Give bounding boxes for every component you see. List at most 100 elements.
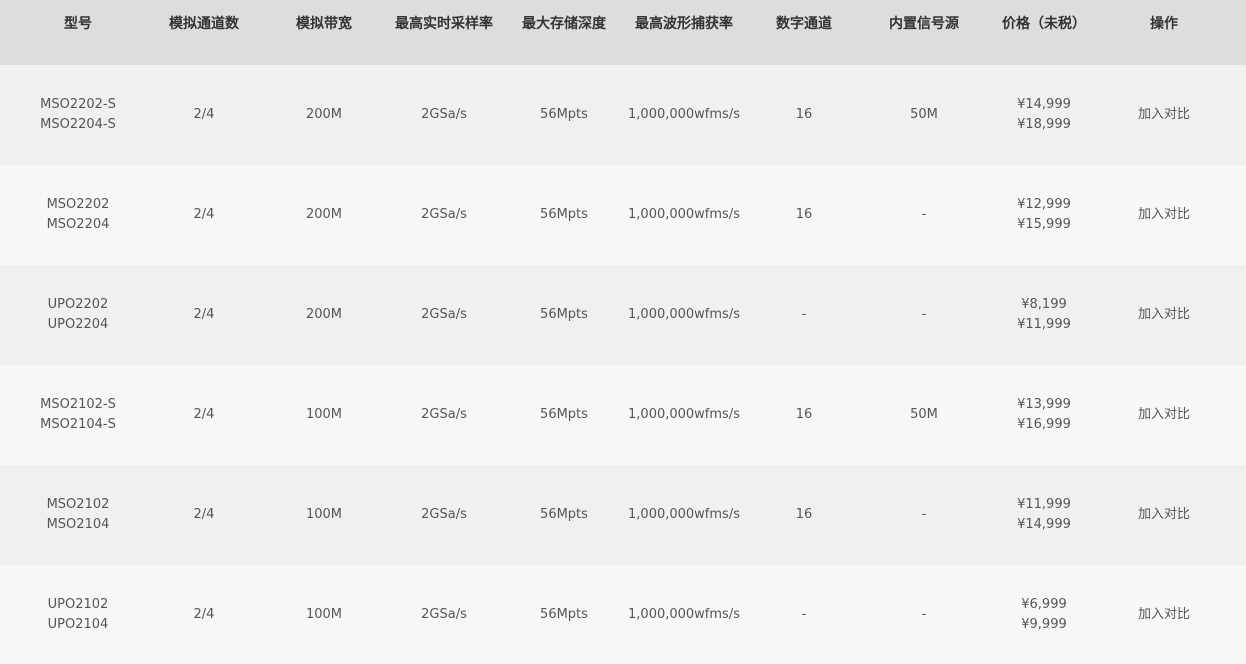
capture-rate-cell: 1,000,000wfms/s [628, 407, 740, 422]
header-model: 型号 [64, 16, 92, 32]
add-to-compare-button[interactable]: 加入对比 [1104, 105, 1224, 125]
digital-channels-cell: - [801, 607, 807, 622]
channels-cell: 2/4 [193, 407, 215, 422]
add-to-compare-button[interactable]: 加入对比 [1104, 205, 1224, 225]
digital-channels-cell: 16 [795, 207, 813, 222]
capture-rate-cell: 1,000,000wfms/s [628, 507, 740, 522]
memory-cell: 56Mpts [540, 607, 588, 622]
comparison-table: 型号 模拟通道数 模拟带宽 最高实时采样率 最大存储深度 最高波形捕获率 数字通… [0, 0, 1246, 664]
header-analog-channels: 模拟通道数 [169, 16, 239, 32]
price-value: ¥14,999 [1017, 97, 1071, 112]
bandwidth-cell: 200M [305, 207, 343, 222]
add-to-compare-button[interactable]: 加入对比 [1104, 605, 1224, 625]
header-memory-depth: 最大存储深度 [522, 16, 606, 32]
price-value: ¥11,999 [1017, 497, 1071, 512]
model-name: MSO2102-S [40, 397, 116, 412]
model-name: MSO2202-S [40, 97, 116, 112]
price-cell: ¥12,999 ¥15,999 [984, 195, 1104, 235]
model-name: UPO2102 [47, 597, 109, 612]
table-row: MSO2202-S MSO2204-S 2/4 200M 2GSa/s 56Mpt… [0, 65, 1246, 165]
price-value: ¥11,999 [1017, 317, 1071, 332]
sample-rate-cell: 2GSa/s [421, 307, 467, 322]
capture-rate-cell: 1,000,000wfms/s [628, 107, 740, 122]
add-to-compare-button[interactable]: 加入对比 [1104, 305, 1224, 325]
add-to-compare-button[interactable]: 加入对比 [1104, 505, 1224, 525]
model-name: UPO2204 [47, 317, 109, 332]
memory-cell: 56Mpts [540, 307, 588, 322]
table-row: UPO2102 UPO2104 2/4 100M 2GSa/s 56Mpts 1,… [0, 565, 1246, 664]
digital-channels-cell: - [801, 307, 807, 322]
channels-cell: 2/4 [193, 507, 215, 522]
signal-source-cell: - [921, 607, 927, 622]
table-row: MSO2202 MSO2204 2/4 200M 2GSa/s 56Mpts 1,… [0, 165, 1246, 265]
signal-source-cell: 50M [910, 107, 938, 122]
price-value: ¥16,999 [1017, 417, 1071, 432]
model-name: MSO2202 [46, 197, 110, 212]
price-value: ¥14,999 [1017, 517, 1071, 532]
table-row: UPO2202 UPO2204 2/4 200M 2GSa/s 56Mpts 1,… [0, 265, 1246, 365]
price-value: ¥13,999 [1017, 397, 1071, 412]
model-name: MSO2104-S [40, 417, 116, 432]
model-cell: UPO2202 UPO2204 [12, 295, 144, 335]
sample-rate-cell: 2GSa/s [421, 607, 467, 622]
model-name: UPO2104 [47, 617, 109, 632]
price-cell: ¥14,999 ¥18,999 [984, 95, 1104, 135]
price-value: ¥9,999 [1021, 617, 1067, 632]
header-digital-channels: 数字通道 [776, 16, 832, 32]
sample-rate-cell: 2GSa/s [421, 107, 467, 122]
capture-rate-cell: 1,000,000wfms/s [628, 207, 740, 222]
sample-rate-cell: 2GSa/s [421, 507, 467, 522]
model-cell: MSO2202 MSO2204 [12, 195, 144, 235]
model-cell: UPO2102 UPO2104 [12, 595, 144, 635]
channels-cell: 2/4 [193, 107, 215, 122]
header-signal-source: 内置信号源 [889, 16, 959, 32]
sample-rate-cell: 2GSa/s [421, 207, 467, 222]
price-value: ¥18,999 [1017, 117, 1071, 132]
channels-cell: 2/4 [193, 207, 215, 222]
model-name: UPO2202 [47, 297, 109, 312]
table-header: 型号 模拟通道数 模拟带宽 最高实时采样率 最大存储深度 最高波形捕获率 数字通… [0, 0, 1246, 65]
price-value: ¥8,199 [1021, 297, 1067, 312]
header-price: 价格（未税） [1002, 16, 1086, 32]
signal-source-cell: - [921, 307, 927, 322]
channels-cell: 2/4 [193, 607, 215, 622]
signal-source-cell: 50M [910, 407, 938, 422]
price-cell: ¥11,999 ¥14,999 [984, 495, 1104, 535]
bandwidth-cell: 100M [305, 407, 343, 422]
header-waveform-capture-rate: 最高波形捕获率 [635, 16, 733, 32]
price-value: ¥15,999 [1017, 217, 1071, 232]
model-cell: MSO2102-S MSO2104-S [12, 395, 144, 435]
model-name: MSO2204 [46, 217, 110, 232]
bandwidth-cell: 200M [305, 107, 343, 122]
header-action: 操作 [1150, 16, 1178, 32]
memory-cell: 56Mpts [540, 207, 588, 222]
model-name: MSO2104 [46, 517, 110, 532]
add-to-compare-button[interactable]: 加入对比 [1104, 405, 1224, 425]
sample-rate-cell: 2GSa/s [421, 407, 467, 422]
table-row: MSO2102 MSO2104 2/4 100M 2GSa/s 56Mpts 1,… [0, 465, 1246, 565]
bandwidth-cell: 100M [305, 607, 343, 622]
capture-rate-cell: 1,000,000wfms/s [628, 607, 740, 622]
digital-channels-cell: 16 [795, 507, 813, 522]
price-value: ¥12,999 [1017, 197, 1071, 212]
capture-rate-cell: 1,000,000wfms/s [628, 307, 740, 322]
memory-cell: 56Mpts [540, 507, 588, 522]
signal-source-cell: - [921, 507, 927, 522]
model-cell: MSO2202-S MSO2204-S [12, 95, 144, 135]
model-cell: MSO2102 MSO2104 [12, 495, 144, 535]
price-cell: ¥8,199 ¥11,999 [984, 295, 1104, 335]
header-analog-bandwidth: 模拟带宽 [296, 16, 352, 32]
price-cell: ¥6,999 ¥9,999 [984, 595, 1104, 635]
header-sample-rate: 最高实时采样率 [395, 16, 493, 32]
model-name: MSO2102 [46, 497, 110, 512]
memory-cell: 56Mpts [540, 407, 588, 422]
digital-channels-cell: 16 [795, 407, 813, 422]
table-row: MSO2102-S MSO2104-S 2/4 100M 2GSa/s 56Mpt… [0, 365, 1246, 465]
signal-source-cell: - [921, 207, 927, 222]
price-value: ¥6,999 [1021, 597, 1067, 612]
channels-cell: 2/4 [193, 307, 215, 322]
model-name: MSO2204-S [40, 117, 116, 132]
memory-cell: 56Mpts [540, 107, 588, 122]
bandwidth-cell: 100M [305, 507, 343, 522]
digital-channels-cell: 16 [795, 107, 813, 122]
